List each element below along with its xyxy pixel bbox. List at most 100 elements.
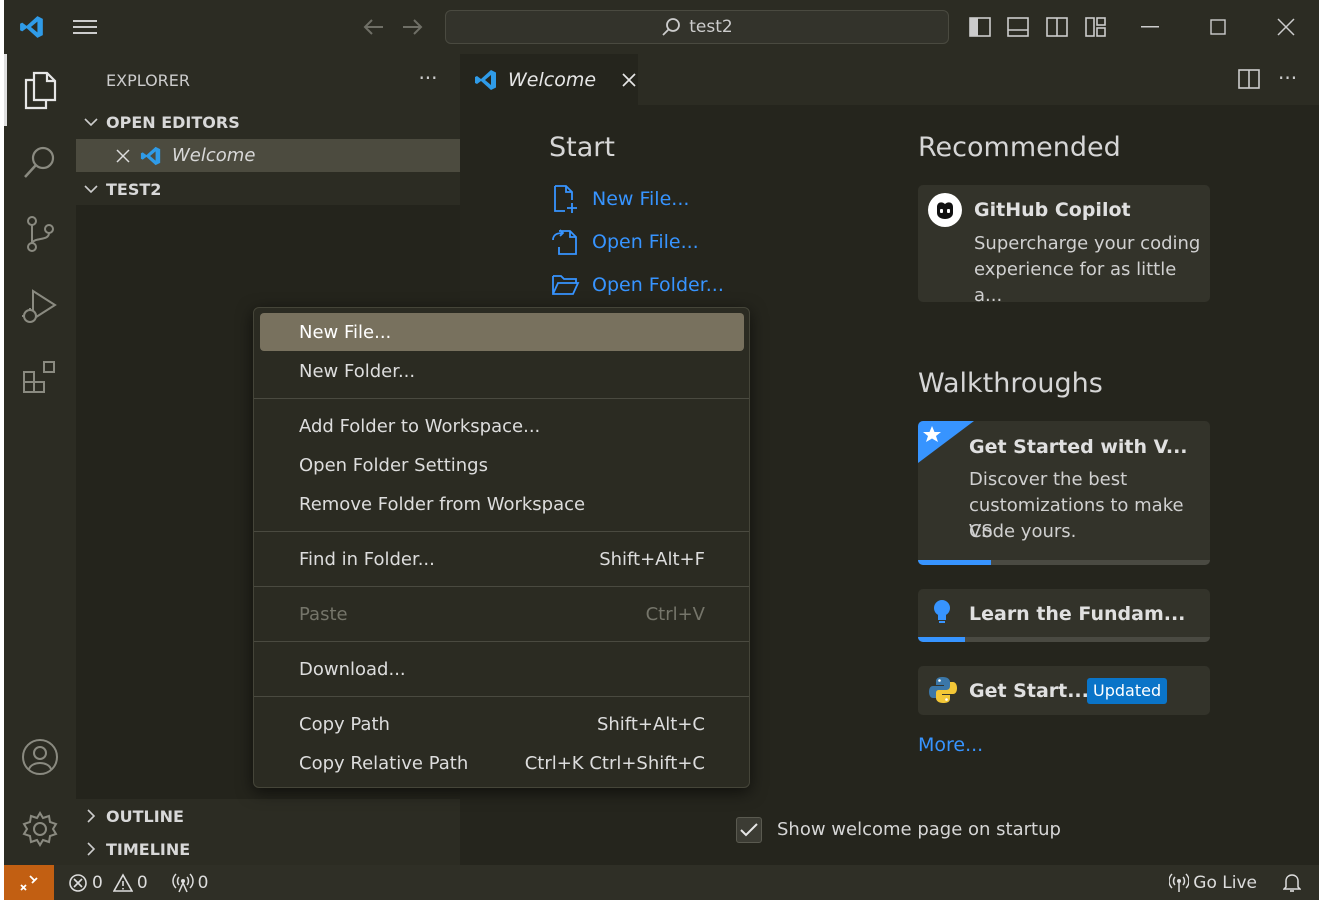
accounts-icon[interactable] [4, 721, 76, 793]
new-file-link[interactable]: New File... [550, 182, 689, 216]
menu-item-label: Download... [299, 658, 406, 680]
walkthrough-fundamentals-card[interactable]: Learn the Fundam... [918, 589, 1210, 642]
featured-star-icon [918, 421, 974, 467]
outline-label: OUTLINE [106, 806, 184, 826]
explorer-icon[interactable] [4, 54, 76, 126]
menu-item-new-folder[interactable]: New Folder... [260, 352, 744, 390]
remote-indicator-button[interactable] [4, 865, 54, 900]
open-file-link[interactable]: Open File... [550, 225, 699, 259]
menu-separator [254, 398, 749, 399]
menu-item-download[interactable]: Download... [260, 650, 744, 688]
python-icon [928, 675, 958, 709]
warning-count: 0 [136, 872, 148, 893]
copilot-desc-line1: Supercharge your coding [974, 233, 1201, 254]
menu-item-label: Add Folder to Workspace... [299, 415, 541, 437]
toggle-panel-icon[interactable] [1004, 14, 1032, 40]
menu-separator [254, 696, 749, 697]
checkmark-icon [740, 823, 758, 837]
folder-icon [552, 275, 580, 295]
context-menu: New File... New Folder... Add Folder to … [253, 307, 750, 788]
menu-item-copy-path[interactable]: Copy Path Shift+Alt+C [260, 705, 744, 743]
close-icon[interactable] [116, 148, 132, 163]
more-actions-icon[interactable]: ··· [1278, 66, 1297, 90]
broadcast-icon [171, 872, 194, 892]
active-indicator [4, 54, 7, 126]
copilot-desc-line2: experience for as little a... [974, 259, 1177, 302]
notifications-bell-icon[interactable] [1283, 873, 1301, 893]
settings-gear-icon[interactable] [4, 793, 76, 865]
close-icon[interactable] [622, 72, 636, 87]
remote-icon [20, 874, 38, 891]
command-center-search[interactable]: test2 [445, 10, 949, 44]
menu-item-new-file[interactable]: New File... [260, 313, 744, 351]
toggle-primary-sidebar-icon[interactable] [966, 14, 994, 40]
menu-hamburger-icon[interactable] [70, 13, 100, 41]
forward-arrow-icon[interactable] [398, 14, 426, 40]
search-icon[interactable] [4, 126, 76, 198]
menu-item-copy-relative-path[interactable]: Copy Relative Path Ctrl+K Ctrl+Shift+C [260, 744, 744, 782]
customize-layout-icon[interactable] [1082, 14, 1110, 40]
progress-fill [918, 560, 991, 565]
run-and-debug-icon[interactable] [4, 270, 76, 342]
ports-indicator[interactable]: 0 [171, 872, 209, 893]
open-editors-section[interactable]: OPEN EDITORS [76, 107, 460, 137]
go-live-button[interactable]: Go Live [1169, 873, 1257, 893]
menu-separator [254, 586, 749, 587]
open-file-icon [552, 229, 577, 255]
walkthroughs-heading: Walkthroughs [918, 368, 1103, 399]
more-walkthroughs-link[interactable]: More... [918, 734, 983, 756]
close-window-icon[interactable] [1268, 14, 1304, 40]
folder-section-test2[interactable]: TEST2 [76, 174, 460, 204]
vscode-logo-icon [18, 13, 46, 41]
new-file-label: New File... [592, 188, 690, 210]
open-file-label: Open File... [592, 231, 699, 253]
ports-count: 0 [197, 872, 209, 893]
menu-item-remove-folder[interactable]: Remove Folder from Workspace [260, 485, 744, 523]
split-editor-icon[interactable] [1238, 69, 1260, 89]
chevron-down-icon [76, 184, 106, 194]
progress-fill [918, 637, 965, 642]
status-bar: 0 0 0 Go Live [4, 865, 1319, 900]
walkthrough-python-card[interactable]: Get Start... Updated [918, 666, 1210, 715]
copilot-title: GitHub Copilot [974, 199, 1131, 221]
chevron-down-icon [76, 117, 106, 127]
problems-indicator[interactable]: 0 0 [68, 873, 148, 893]
menu-item-add-folder-to-workspace[interactable]: Add Folder to Workspace... [260, 407, 744, 445]
source-control-icon[interactable] [4, 198, 76, 270]
maximize-window-icon[interactable] [1200, 14, 1236, 40]
folder-label: TEST2 [106, 179, 162, 199]
walkthrough3-title: Get Start... [969, 680, 1089, 702]
extensions-icon[interactable] [4, 342, 76, 414]
toggle-secondary-sidebar-icon[interactable] [1043, 14, 1071, 40]
tab-welcome[interactable]: Welcome [460, 54, 638, 105]
go-live-label: Go Live [1193, 872, 1257, 893]
menu-item-label: Remove Folder from Workspace [299, 493, 586, 515]
more-actions-icon[interactable]: ··· [414, 64, 442, 92]
activity-bar [4, 54, 76, 865]
copilot-card[interactable]: GitHub Copilot Supercharge your coding e… [918, 185, 1210, 302]
outline-section[interactable]: OUTLINE [76, 801, 460, 831]
menu-item-find-in-folder[interactable]: Find in Folder... Shift+Alt+F [260, 540, 744, 578]
open-folder-label: Open Folder... [592, 274, 724, 296]
minimize-window-icon[interactable] [1132, 14, 1168, 40]
walkthrough2-progress [918, 637, 1210, 642]
timeline-section[interactable]: TIMELINE [76, 834, 460, 864]
show-on-startup-label: Show welcome page on startup [777, 819, 1061, 840]
menu-item-shortcut: Ctrl+K Ctrl+Shift+C [524, 752, 705, 774]
menu-item-label: Copy Relative Path [299, 752, 469, 774]
walkthrough1-desc-line1: Discover the best [969, 469, 1128, 490]
menu-item-open-folder-settings[interactable]: Open Folder Settings [260, 446, 744, 484]
search-text: test2 [689, 17, 733, 37]
menu-item-label: Paste [299, 603, 348, 625]
menu-item-label: Copy Path [299, 713, 390, 735]
error-count: 0 [92, 872, 103, 893]
lightbulb-icon [932, 599, 952, 629]
show-on-startup-checkbox[interactable] [736, 817, 762, 843]
error-icon [69, 873, 87, 892]
open-editor-item[interactable]: Welcome [76, 139, 460, 172]
back-arrow-icon[interactable] [360, 14, 388, 40]
timeline-label: TIMELINE [106, 839, 191, 859]
walkthrough-get-started-card[interactable]: Get Started with V... Discover the best … [918, 421, 1210, 565]
search-icon [662, 18, 681, 36]
open-folder-link[interactable]: Open Folder... [550, 268, 724, 302]
